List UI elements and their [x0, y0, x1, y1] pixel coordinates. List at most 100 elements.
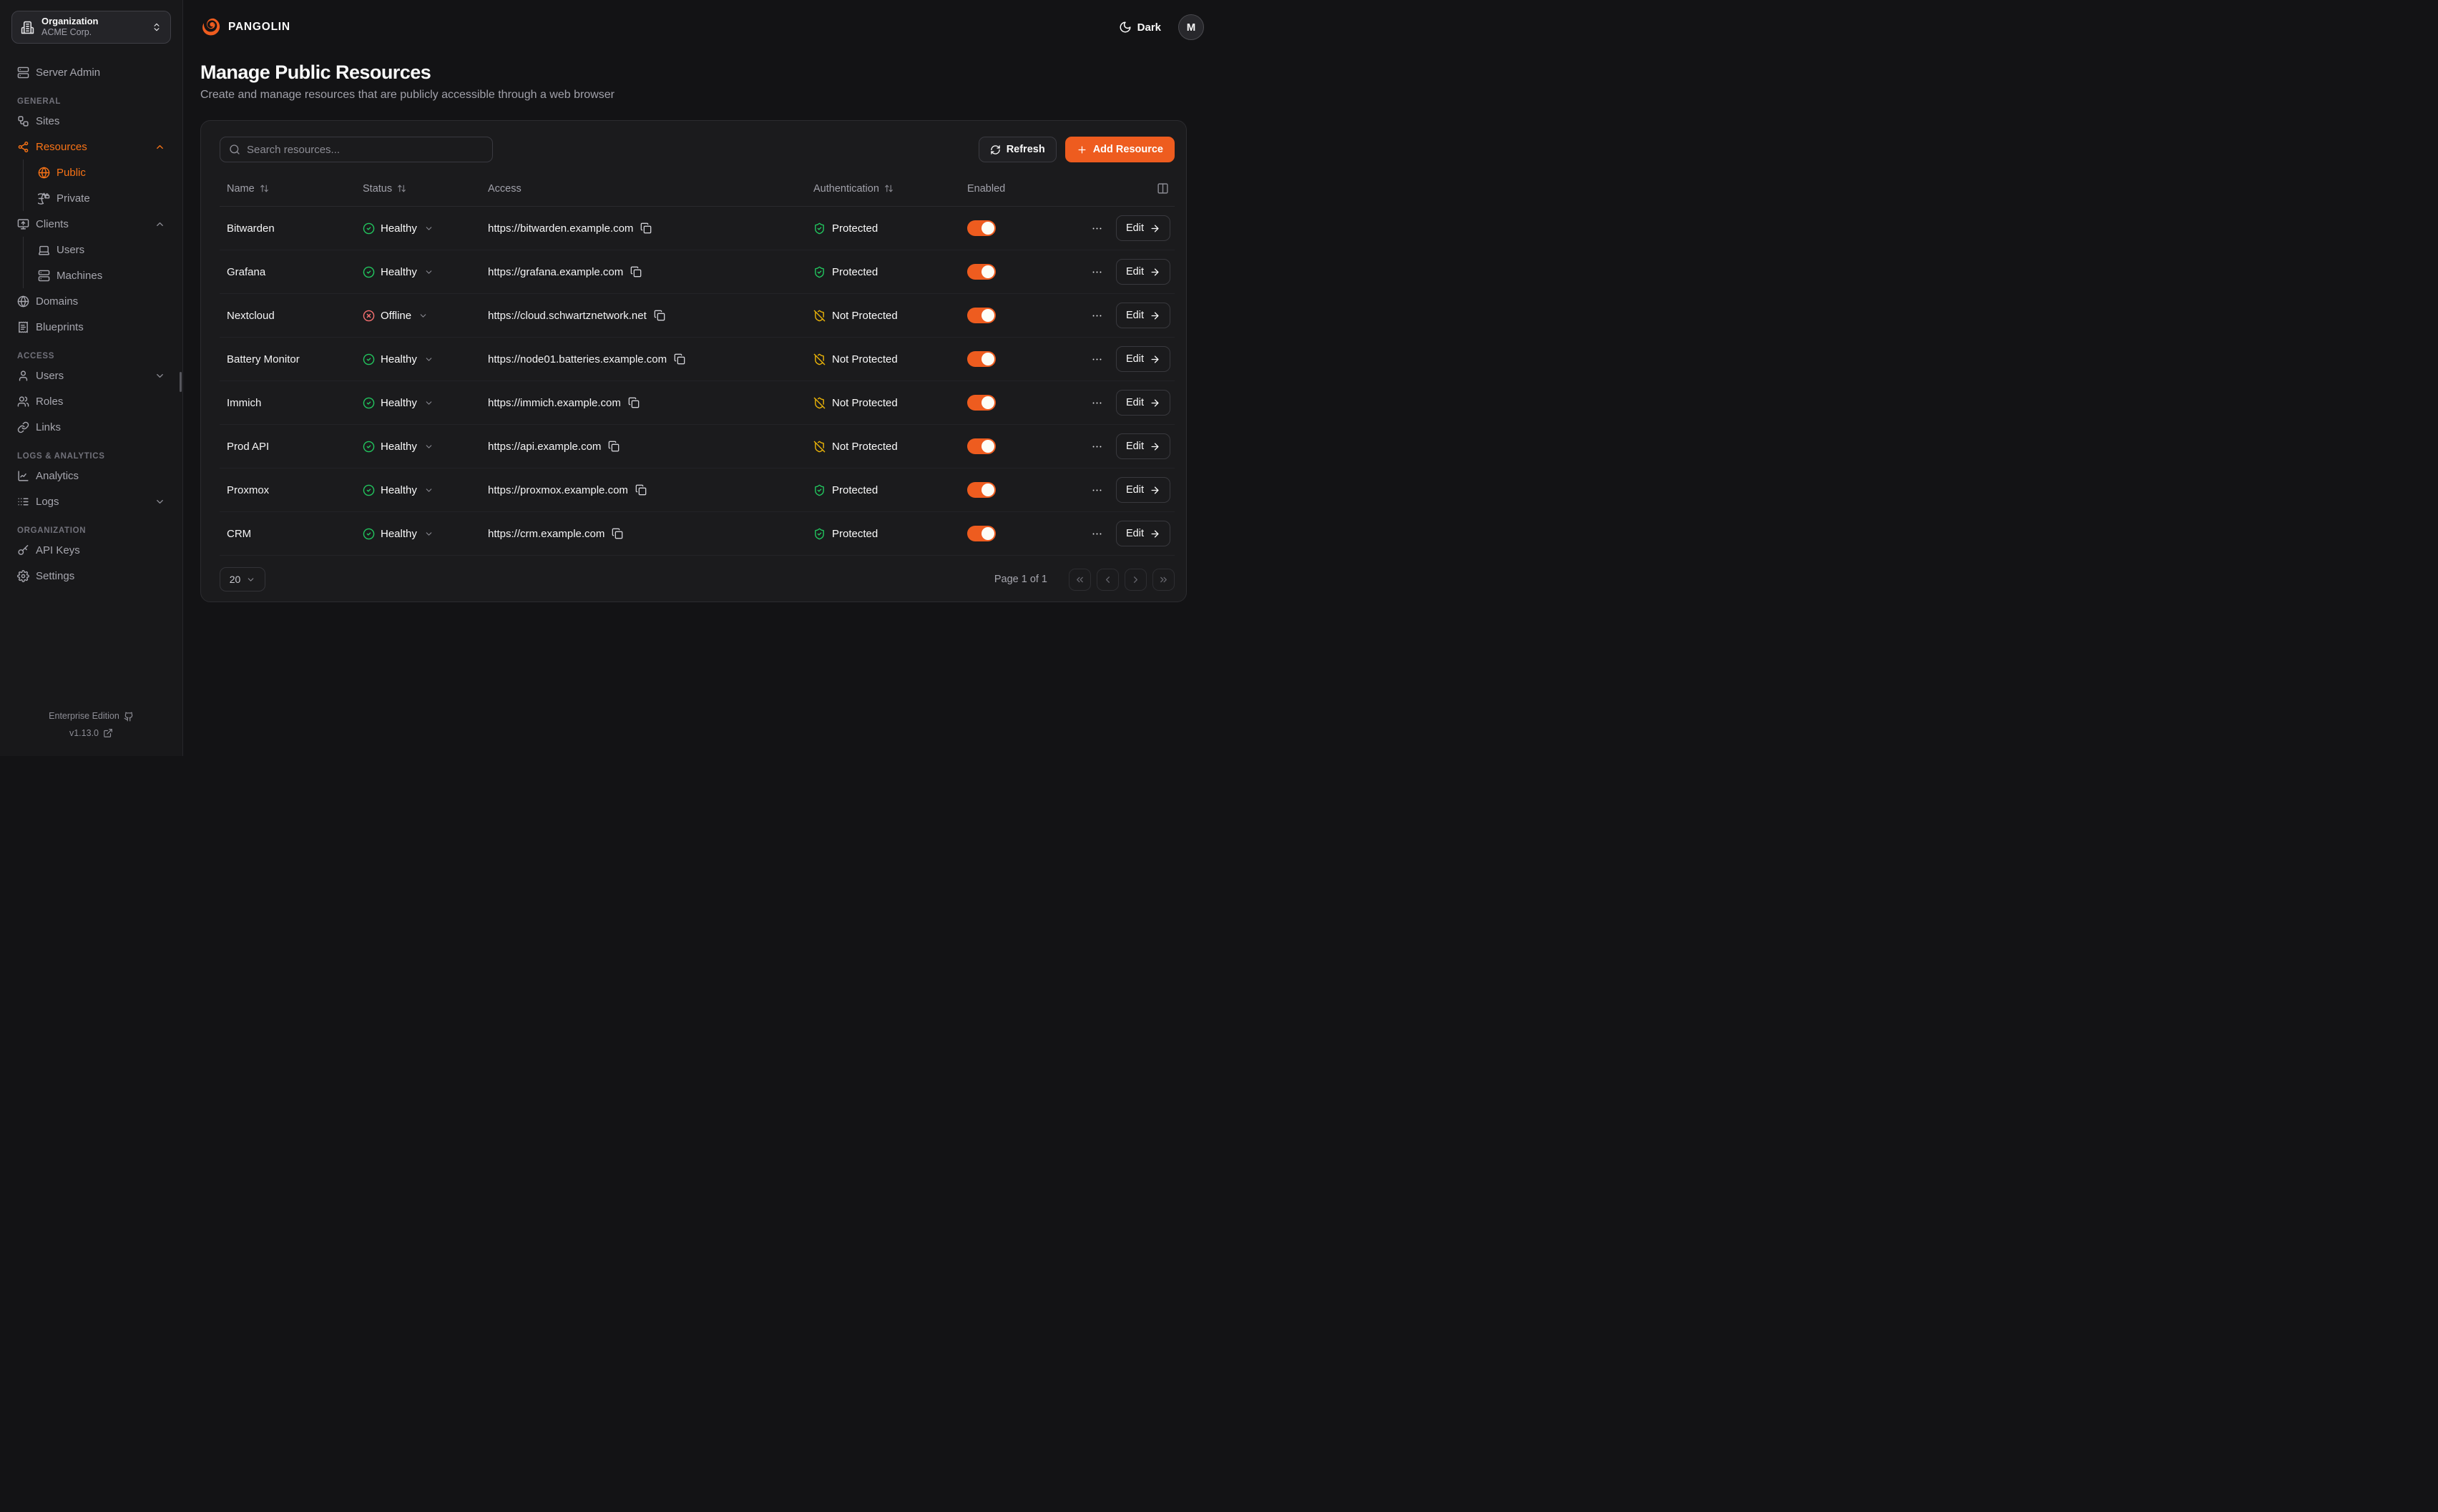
- version-link[interactable]: v1.13.0: [11, 725, 171, 742]
- columns-toggle-button[interactable]: [1157, 182, 1169, 195]
- edit-label: Edit: [1126, 528, 1144, 539]
- sidebar-item-server-admin[interactable]: Server Admin: [11, 59, 171, 85]
- add-resource-button[interactable]: Add Resource: [1065, 137, 1175, 162]
- monitor-up-icon: [17, 218, 29, 230]
- link-icon: [17, 421, 29, 433]
- column-header-name[interactable]: Name: [220, 183, 356, 195]
- shield-check-icon: [813, 528, 826, 540]
- row-menu-button[interactable]: [1086, 436, 1107, 457]
- sidebar-item-clients[interactable]: Clients: [11, 211, 171, 237]
- moon-icon: [1119, 21, 1132, 34]
- enabled-toggle[interactable]: [967, 220, 996, 236]
- copy-icon: [628, 397, 640, 408]
- sidebar-item-users[interactable]: Users: [11, 363, 171, 388]
- enabled-toggle[interactable]: [967, 351, 996, 367]
- edit-button[interactable]: Edit: [1116, 346, 1170, 372]
- sidebar-subitem-private[interactable]: Private: [32, 185, 171, 211]
- next-page-button[interactable]: [1125, 569, 1147, 591]
- edition-link[interactable]: Enterprise Edition: [11, 708, 171, 725]
- sidebar-item-settings[interactable]: Settings: [11, 563, 171, 589]
- sidebar-item-api-keys[interactable]: API Keys: [11, 537, 171, 563]
- copy-url-button[interactable]: [612, 528, 623, 539]
- status-dropdown[interactable]: Healthy: [363, 484, 434, 496]
- sidebar-item-roles[interactable]: Roles: [11, 388, 171, 414]
- status-dropdown[interactable]: Healthy: [363, 441, 434, 453]
- status-label: Healthy: [381, 484, 417, 496]
- sidebar-item-blueprints[interactable]: Blueprints: [11, 314, 171, 340]
- status-dropdown[interactable]: Offline: [363, 310, 428, 322]
- edit-button[interactable]: Edit: [1116, 521, 1170, 546]
- enabled-toggle[interactable]: [967, 395, 996, 411]
- row-menu-button[interactable]: [1086, 261, 1107, 283]
- chevron-down-icon: [424, 398, 434, 408]
- first-page-button[interactable]: [1069, 569, 1091, 591]
- version-label: v1.13.0: [69, 727, 99, 740]
- sidebar-item-resources[interactable]: Resources: [11, 134, 171, 159]
- page-size-value: 20: [230, 574, 241, 585]
- copy-url-button[interactable]: [608, 441, 620, 452]
- theme-toggle[interactable]: Dark: [1119, 21, 1161, 34]
- sidebar-scrollbar-thumb[interactable]: [180, 372, 182, 392]
- search-box: [220, 137, 493, 162]
- status-dropdown[interactable]: Healthy: [363, 528, 434, 540]
- sidebar-subitem-users[interactable]: Users: [32, 237, 171, 262]
- sidebar-subitem-machines[interactable]: Machines: [32, 262, 171, 288]
- org-selector[interactable]: Organization ACME Corp.: [11, 11, 171, 44]
- page-size-select[interactable]: 20: [220, 567, 265, 591]
- column-header-authentication[interactable]: Authentication: [806, 183, 960, 195]
- row-menu-button[interactable]: [1086, 217, 1107, 239]
- enabled-toggle[interactable]: [967, 438, 996, 454]
- status-dropdown[interactable]: Healthy: [363, 397, 434, 409]
- sidebar-item-sites[interactable]: Sites: [11, 108, 171, 134]
- resource-url: https://immich.example.com: [488, 397, 621, 409]
- row-menu-button[interactable]: [1086, 392, 1107, 413]
- sidebar-item-label: Links: [36, 421, 61, 433]
- enabled-toggle[interactable]: [967, 482, 996, 498]
- copy-url-button[interactable]: [654, 310, 665, 321]
- status-dropdown[interactable]: Healthy: [363, 353, 434, 365]
- edit-button[interactable]: Edit: [1116, 433, 1170, 459]
- user-avatar[interactable]: M: [1178, 14, 1204, 40]
- enabled-toggle[interactable]: [967, 526, 996, 541]
- circle-check-icon: [363, 266, 375, 278]
- status-dropdown[interactable]: Healthy: [363, 266, 434, 278]
- status-dropdown[interactable]: Healthy: [363, 222, 434, 235]
- row-menu-button[interactable]: [1086, 305, 1107, 326]
- edit-button[interactable]: Edit: [1116, 477, 1170, 503]
- sidebar-item-links[interactable]: Links: [11, 414, 171, 440]
- circle-check-icon: [363, 484, 375, 496]
- row-menu-button[interactable]: [1086, 348, 1107, 370]
- edit-button[interactable]: Edit: [1116, 303, 1170, 328]
- sidebar-item-analytics[interactable]: Analytics: [11, 463, 171, 489]
- last-page-button[interactable]: [1152, 569, 1175, 591]
- copy-url-button[interactable]: [635, 484, 647, 496]
- copy-url-button[interactable]: [640, 222, 652, 234]
- ellipsis-icon: [1091, 310, 1103, 322]
- refresh-button[interactable]: Refresh: [979, 137, 1057, 162]
- enabled-toggle[interactable]: [967, 264, 996, 280]
- sidebar-item-domains[interactable]: Domains: [11, 288, 171, 314]
- sidebar-item-logs[interactable]: Logs: [11, 489, 171, 514]
- resources-table: NameStatusAccessAuthenticationEnabled Bi…: [220, 171, 1175, 556]
- resource-name: Nextcloud: [220, 310, 356, 322]
- edit-button[interactable]: Edit: [1116, 215, 1170, 241]
- copy-url-button[interactable]: [630, 266, 642, 278]
- sidebar: Organization ACME Corp. Server AdminGENE…: [0, 0, 183, 756]
- sidebar-subitem-public[interactable]: Public: [32, 159, 171, 185]
- column-header-status[interactable]: Status: [356, 183, 481, 195]
- sidebar-footer: Enterprise Edition v1.13.0: [11, 708, 171, 742]
- edit-button[interactable]: Edit: [1116, 390, 1170, 416]
- prev-page-button[interactable]: [1097, 569, 1119, 591]
- edit-button[interactable]: Edit: [1116, 259, 1170, 285]
- copy-url-button[interactable]: [628, 397, 640, 408]
- resource-name: Grafana: [220, 266, 356, 278]
- row-menu-button[interactable]: [1086, 479, 1107, 501]
- chevron-down-icon: [424, 529, 434, 539]
- brand-home-link[interactable]: PANGOLIN: [200, 16, 290, 38]
- row-menu-button[interactable]: [1086, 523, 1107, 544]
- toggle-knob: [981, 527, 994, 540]
- enabled-toggle[interactable]: [967, 308, 996, 323]
- search-input[interactable]: [247, 144, 484, 156]
- copy-url-button[interactable]: [674, 353, 685, 365]
- edit-label: Edit: [1126, 441, 1144, 452]
